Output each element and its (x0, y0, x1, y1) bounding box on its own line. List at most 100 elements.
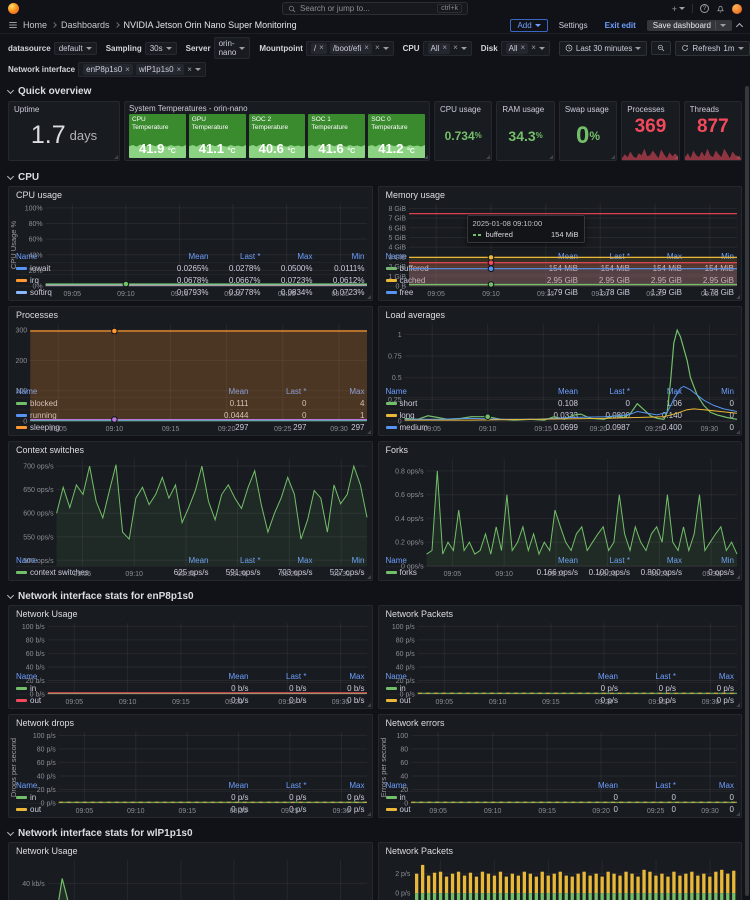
divider (692, 4, 693, 13)
bell-icon[interactable] (716, 4, 725, 13)
var-cpu[interactable]: CPU All× × (403, 41, 472, 56)
selected-option-chip[interactable]: /boot/efi× (330, 43, 372, 54)
processes-chart[interactable]: 010020030009:0509:1009:1509:2009:2509:30 (9, 320, 372, 386)
selected-option-chip[interactable]: All× (428, 43, 451, 54)
section-network-wlp1p1s0[interactable]: Network interface stats for wlP1p1s0 (0, 823, 750, 842)
svg-text:1 GiB: 1 GiB (388, 274, 406, 281)
zoom-out-time-button[interactable] (651, 41, 671, 55)
network-packets-chart[interactable]: 0 p/s20 p/s40 p/s60 p/s80 p/s100 p/s09:0… (379, 619, 742, 671)
temp-cell-cpu: CPU Temperature41.9 °C (129, 114, 186, 158)
remove-icon[interactable]: × (177, 66, 182, 74)
panel-title[interactable]: Network Usage (9, 843, 372, 856)
chevron-down-icon (7, 592, 14, 599)
svg-text:09:30: 09:30 (332, 571, 350, 578)
exit-edit-button[interactable]: Exit edit (599, 20, 642, 31)
var-network-interface[interactable]: Network interface enP8p1s0× wlP1p1s0× × (8, 62, 206, 77)
remove-icon[interactable]: × (521, 44, 526, 52)
time-range-picker[interactable]: Last 30 minutes (559, 41, 647, 56)
svg-text:60 b/s: 60 b/s (26, 651, 46, 658)
tooltip-value: 154 MiB (551, 230, 579, 239)
panel-title[interactable]: Network Usage (9, 606, 372, 619)
selected-option-chip[interactable]: enP8p1s0× (83, 64, 133, 75)
svg-text:09:10: 09:10 (478, 426, 496, 433)
selected-option-chip[interactable]: All× (506, 43, 529, 54)
panel-title[interactable]: Network errors (379, 715, 742, 728)
svg-text:09:15: 09:15 (177, 571, 195, 578)
selected-option-chip[interactable]: /× (311, 43, 327, 54)
var-mountpoint[interactable]: Mountpoint /× /boot/efi× × (259, 41, 393, 56)
selected-option-chip[interactable]: wlP1p1s0× (136, 64, 184, 75)
panel-cpu-usage-stat[interactable]: CPU usage 0.734% (434, 101, 492, 161)
panel-swap-usage-stat[interactable]: Swap usage 0% (559, 101, 617, 161)
panel-title[interactable]: Forks (379, 442, 742, 455)
hover-point (123, 281, 129, 287)
svg-text:09:05: 09:05 (429, 808, 447, 815)
panel-uptime[interactable]: Uptime 1.7days (8, 101, 120, 161)
remove-icon[interactable]: × (364, 44, 369, 52)
remove-icon[interactable]: × (125, 66, 130, 74)
network-drops-chart[interactable]: Drops per second0 p/s20 p/s40 p/s60 p/s8… (9, 728, 372, 780)
panel-processes: Processes 010020030009:0509:1009:1509:20… (8, 306, 373, 436)
panel-load-averages: Load averages 00.250.50.75109:0509:1009:… (378, 306, 743, 436)
network-usage-wl-chart[interactable]: 0 b/s20 kb/s40 kb/s09:0509:1009:1509:200… (9, 856, 372, 900)
scrollbar[interactable] (745, 86, 749, 896)
panel-title[interactable]: Network Packets (379, 606, 742, 619)
add-button[interactable]: Add (510, 19, 547, 32)
cpu-usage-chart[interactable]: CPU Usage %0%20%40%60%80%100%09:0509:100… (9, 200, 372, 251)
add-menu-button[interactable]: + (672, 4, 685, 14)
save-dashboard-button[interactable]: Save dashboard (647, 20, 732, 31)
network-errors-chart[interactable]: Errors per second02040608010009:0509:100… (379, 728, 742, 780)
menu-icon[interactable] (8, 20, 18, 30)
panel-title[interactable]: Network Packets (379, 843, 742, 856)
panel-memory-usage: Memory usage 0 B1 GiB2 GiB3 GiB4 GiB5 Gi… (378, 186, 743, 301)
load-averages-chart[interactable]: 00.250.50.75109:0509:1009:1509:2009:2509… (379, 320, 742, 386)
help-icon[interactable]: ? (700, 4, 709, 13)
svg-text:0 b/s: 0 b/s (30, 692, 46, 699)
panel-title[interactable]: Network drops (9, 715, 372, 728)
search-input[interactable]: Search or jump to... ctrl+k (282, 2, 468, 15)
panel-title: Threads (690, 105, 736, 114)
panel-title[interactable]: Processes (9, 307, 372, 320)
svg-text:2 p/s: 2 p/s (395, 871, 411, 878)
settings-button[interactable]: Settings (553, 20, 594, 31)
breadcrumb-dashboards[interactable]: Dashboards (61, 20, 110, 30)
panel-title[interactable]: Load averages (379, 307, 742, 320)
panel-ram-usage-stat[interactable]: RAM usage 34.3% (496, 101, 554, 161)
panel-network-packets-wl: Network Packets -4 p/s-2 p/s0 p/s2 p/s09… (378, 842, 743, 900)
avatar[interactable] (732, 4, 742, 14)
network-packets-wl-chart[interactable]: -4 p/s-2 p/s0 p/s2 p/s09:0509:1009:1509:… (379, 856, 742, 900)
var-sampling[interactable]: Sampling 30s (106, 42, 177, 55)
section-network-enp8p1s0[interactable]: Network interface stats for enP8p1s0 (0, 586, 750, 605)
grafana-logo-icon[interactable] (8, 3, 19, 14)
clear-all-icon[interactable]: × (453, 44, 458, 52)
panel-network-drops: Network drops Drops per second0 p/s20 p/… (8, 714, 373, 818)
context-switches-chart[interactable]: 500 ops/s550 ops/s600 ops/s650 ops/s700 … (9, 455, 372, 555)
chart-svg: 0 p/s20 p/s40 p/s60 p/s80 p/s100 p/s09:0… (379, 619, 742, 706)
panel-cpu-usage: CPU usage CPU Usage %0%20%40%60%80%100%0… (8, 186, 373, 301)
var-datasource[interactable]: datasource default (8, 42, 97, 55)
collapse-nav-icon[interactable] (736, 22, 743, 29)
var-server[interactable]: Server orin-nano (186, 37, 251, 59)
clear-all-icon[interactable]: × (531, 44, 536, 52)
var-disk[interactable]: Disk All× × (481, 41, 550, 56)
memory-usage-chart[interactable]: 0 B1 GiB2 GiB3 GiB4 GiB5 GiB6 GiB7 GiB8 … (379, 200, 742, 251)
remove-icon[interactable]: × (442, 44, 447, 52)
section-cpu[interactable]: CPU (0, 167, 750, 186)
forks-chart[interactable]: 0 ops/s0.2 ops/s0.4 ops/s0.6 ops/s0.8 op… (379, 455, 742, 555)
network-usage-chart[interactable]: 0 b/s20 b/s40 b/s60 b/s80 b/s100 b/s09:0… (9, 619, 372, 671)
panel-processes-stat[interactable]: Processes 369 (621, 101, 679, 161)
svg-text:09:25: 09:25 (650, 571, 668, 578)
panel-title[interactable]: CPU usage (9, 187, 372, 200)
panel-title[interactable]: Context switches (9, 442, 372, 455)
clear-all-icon[interactable]: × (375, 44, 380, 52)
refresh-button[interactable]: Refresh 1m (675, 41, 749, 56)
clear-all-icon[interactable]: × (187, 66, 192, 74)
section-quick-overview[interactable]: Quick overview (0, 81, 750, 100)
breadcrumb-home[interactable]: Home (23, 20, 47, 30)
hover-point (484, 414, 490, 420)
panel-threads-stat[interactable]: Threads 877 (684, 101, 742, 161)
panel-system-temperatures[interactable]: System Temperatures - orin-nano CPU Temp… (124, 101, 430, 161)
remove-icon[interactable]: × (319, 44, 324, 52)
chart-svg: 0 b/s20 kb/s40 kb/s09:0509:1009:1509:200… (9, 856, 372, 900)
panel-title[interactable]: Memory usage (379, 187, 742, 200)
